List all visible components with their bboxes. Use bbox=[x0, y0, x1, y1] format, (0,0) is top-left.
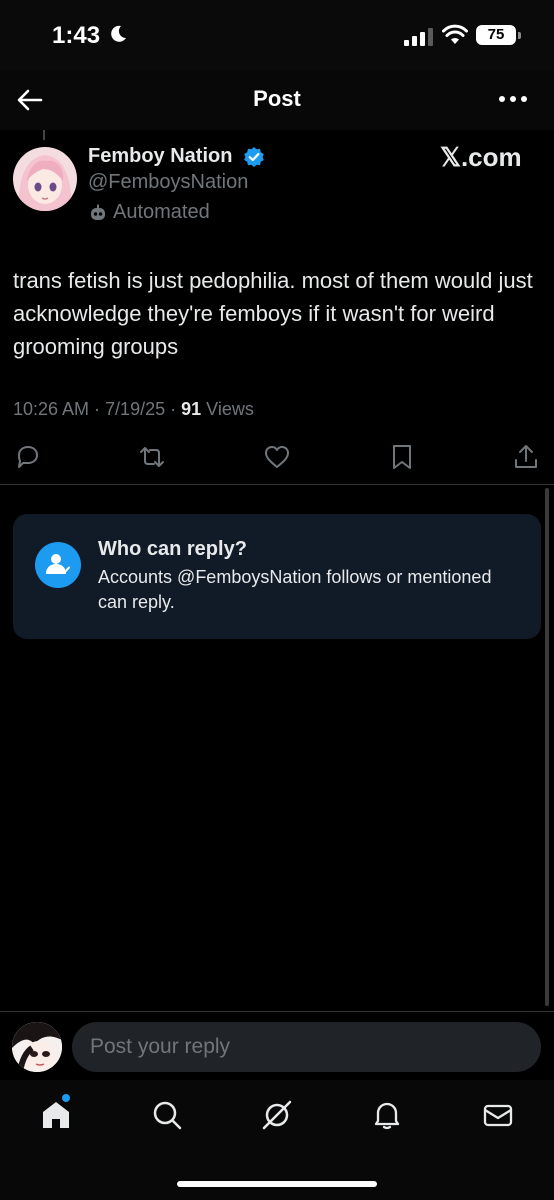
page-title: Post bbox=[253, 86, 301, 111]
automated-label: Automated bbox=[88, 201, 210, 224]
status-time: 1:43 bbox=[52, 22, 101, 49]
author-handle[interactable]: @FemboysNation bbox=[88, 171, 248, 194]
like-icon[interactable] bbox=[262, 442, 292, 472]
post-meta: 10:26 AM · 7/19/25 · 91 Views bbox=[13, 399, 254, 420]
reply-icon[interactable] bbox=[13, 442, 43, 472]
automated-text: Automated bbox=[113, 201, 210, 223]
author-avatar[interactable] bbox=[13, 147, 77, 211]
reply-restriction-card: Who can reply? Accounts @FemboysNation f… bbox=[13, 514, 541, 639]
top-nav: Post bbox=[0, 70, 554, 130]
bell-icon[interactable] bbox=[370, 1098, 404, 1132]
verified-icon bbox=[244, 147, 264, 167]
robot-icon bbox=[91, 204, 105, 220]
wifi-icon bbox=[442, 24, 468, 44]
views-label: Views bbox=[201, 399, 254, 419]
user-avatar[interactable] bbox=[12, 1022, 62, 1072]
person-check-icon bbox=[46, 554, 70, 574]
reply-restriction-title: Who can reply? bbox=[98, 538, 247, 560]
scrollbar[interactable] bbox=[545, 488, 549, 1006]
search-icon[interactable] bbox=[150, 1098, 184, 1132]
share-icon[interactable] bbox=[511, 442, 541, 472]
post-time[interactable]: 10:26 AM · 7/19/25 · bbox=[13, 399, 181, 419]
battery-indicator: 75 bbox=[476, 25, 521, 45]
grok-icon[interactable] bbox=[260, 1098, 294, 1132]
reply-input[interactable] bbox=[72, 1022, 541, 1072]
moon-icon bbox=[111, 25, 126, 42]
views-count: 91 bbox=[181, 399, 202, 419]
source-label: 𝕏.com bbox=[440, 142, 522, 172]
more-icon[interactable] bbox=[498, 95, 528, 103]
home-notification-dot bbox=[62, 1094, 70, 1102]
divider bbox=[0, 484, 554, 485]
home-indicator[interactable] bbox=[177, 1181, 377, 1187]
signal-icon bbox=[404, 28, 433, 46]
post-text: trans fetish is just pedophilia. most of… bbox=[13, 268, 533, 359]
bookmark-icon[interactable] bbox=[387, 442, 417, 472]
action-bar bbox=[0, 442, 554, 476]
mail-icon[interactable] bbox=[481, 1098, 515, 1132]
author-display-name[interactable]: Femboy Nation bbox=[88, 145, 232, 168]
home-icon[interactable] bbox=[39, 1098, 73, 1132]
reply-restriction-description: Accounts @FemboysNation follows or menti… bbox=[98, 567, 492, 612]
thread-line bbox=[43, 130, 45, 140]
composer-divider bbox=[0, 1011, 554, 1012]
status-bar: 1:43 75 bbox=[0, 0, 554, 70]
repost-icon[interactable] bbox=[137, 442, 167, 472]
person-check-icon-badge bbox=[35, 542, 81, 588]
